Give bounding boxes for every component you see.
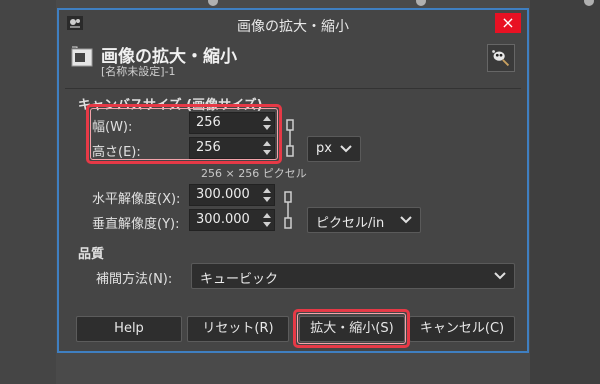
reset-button[interactable]: リセット(R) [187, 316, 289, 342]
y-resolution-label: 垂直解像度(Y): [92, 217, 180, 232]
scale-image-icon [71, 46, 93, 67]
help-button[interactable]: Help [76, 316, 182, 342]
gimp-tool-icon[interactable] [487, 44, 515, 72]
quality-section-title: 品質 [78, 247, 105, 262]
size-unit-value: px [316, 141, 332, 156]
header-subtitle: [名称未設定]-1 [101, 65, 176, 78]
spin-arrows-icon[interactable] [262, 211, 272, 229]
chevron-down-icon [340, 145, 352, 153]
header-separator [65, 88, 521, 89]
interpolation-dropdown[interactable]: キュービック [191, 263, 515, 289]
scale-button-highlight [293, 309, 410, 348]
size-unit-dropdown[interactable]: px [307, 136, 361, 162]
x-resolution-spinbox[interactable]: 300.000 [189, 184, 275, 206]
x-resolution-value: 300.000 [196, 187, 250, 202]
y-resolution-value: 300.000 [196, 212, 250, 227]
y-resolution-spinbox[interactable]: 300.000 [189, 209, 275, 231]
title-bar[interactable]: 画像の拡大・縮小 × [59, 10, 527, 38]
highlight-inner [297, 313, 406, 344]
scale-image-dialog: 画像の拡大・縮小 × 画像の拡大・縮小 [名称未設定]-1 キャンバスサイズ (… [57, 8, 529, 353]
highlight-inner [90, 108, 278, 160]
interpolation-label: 補間方法(N): [96, 272, 173, 287]
cancel-button[interactable]: キャンセル(C) [409, 316, 515, 342]
chevron-down-icon [400, 216, 412, 224]
chain-link-icon[interactable] [285, 118, 297, 158]
x-resolution-label: 水平解像度(X): [92, 192, 181, 207]
resolution-unit-value: ピクセル/in [316, 216, 385, 231]
resolution-unit-dropdown[interactable]: ピクセル/in [307, 207, 421, 233]
chevron-down-icon [494, 272, 506, 280]
background-right [530, 0, 600, 384]
size-fields-highlight [86, 104, 282, 164]
window-title: 画像の拡大・縮小 [237, 19, 349, 35]
chain-link-icon[interactable] [283, 190, 295, 230]
spin-arrows-icon[interactable] [262, 186, 272, 204]
interpolation-value: キュービック [200, 272, 279, 287]
background-dot [208, 0, 218, 6]
size-info: 256 × 256 ピクセル [201, 167, 307, 180]
close-button[interactable]: × [495, 13, 521, 33]
background-dot [416, 0, 426, 6]
background-left [0, 0, 56, 384]
